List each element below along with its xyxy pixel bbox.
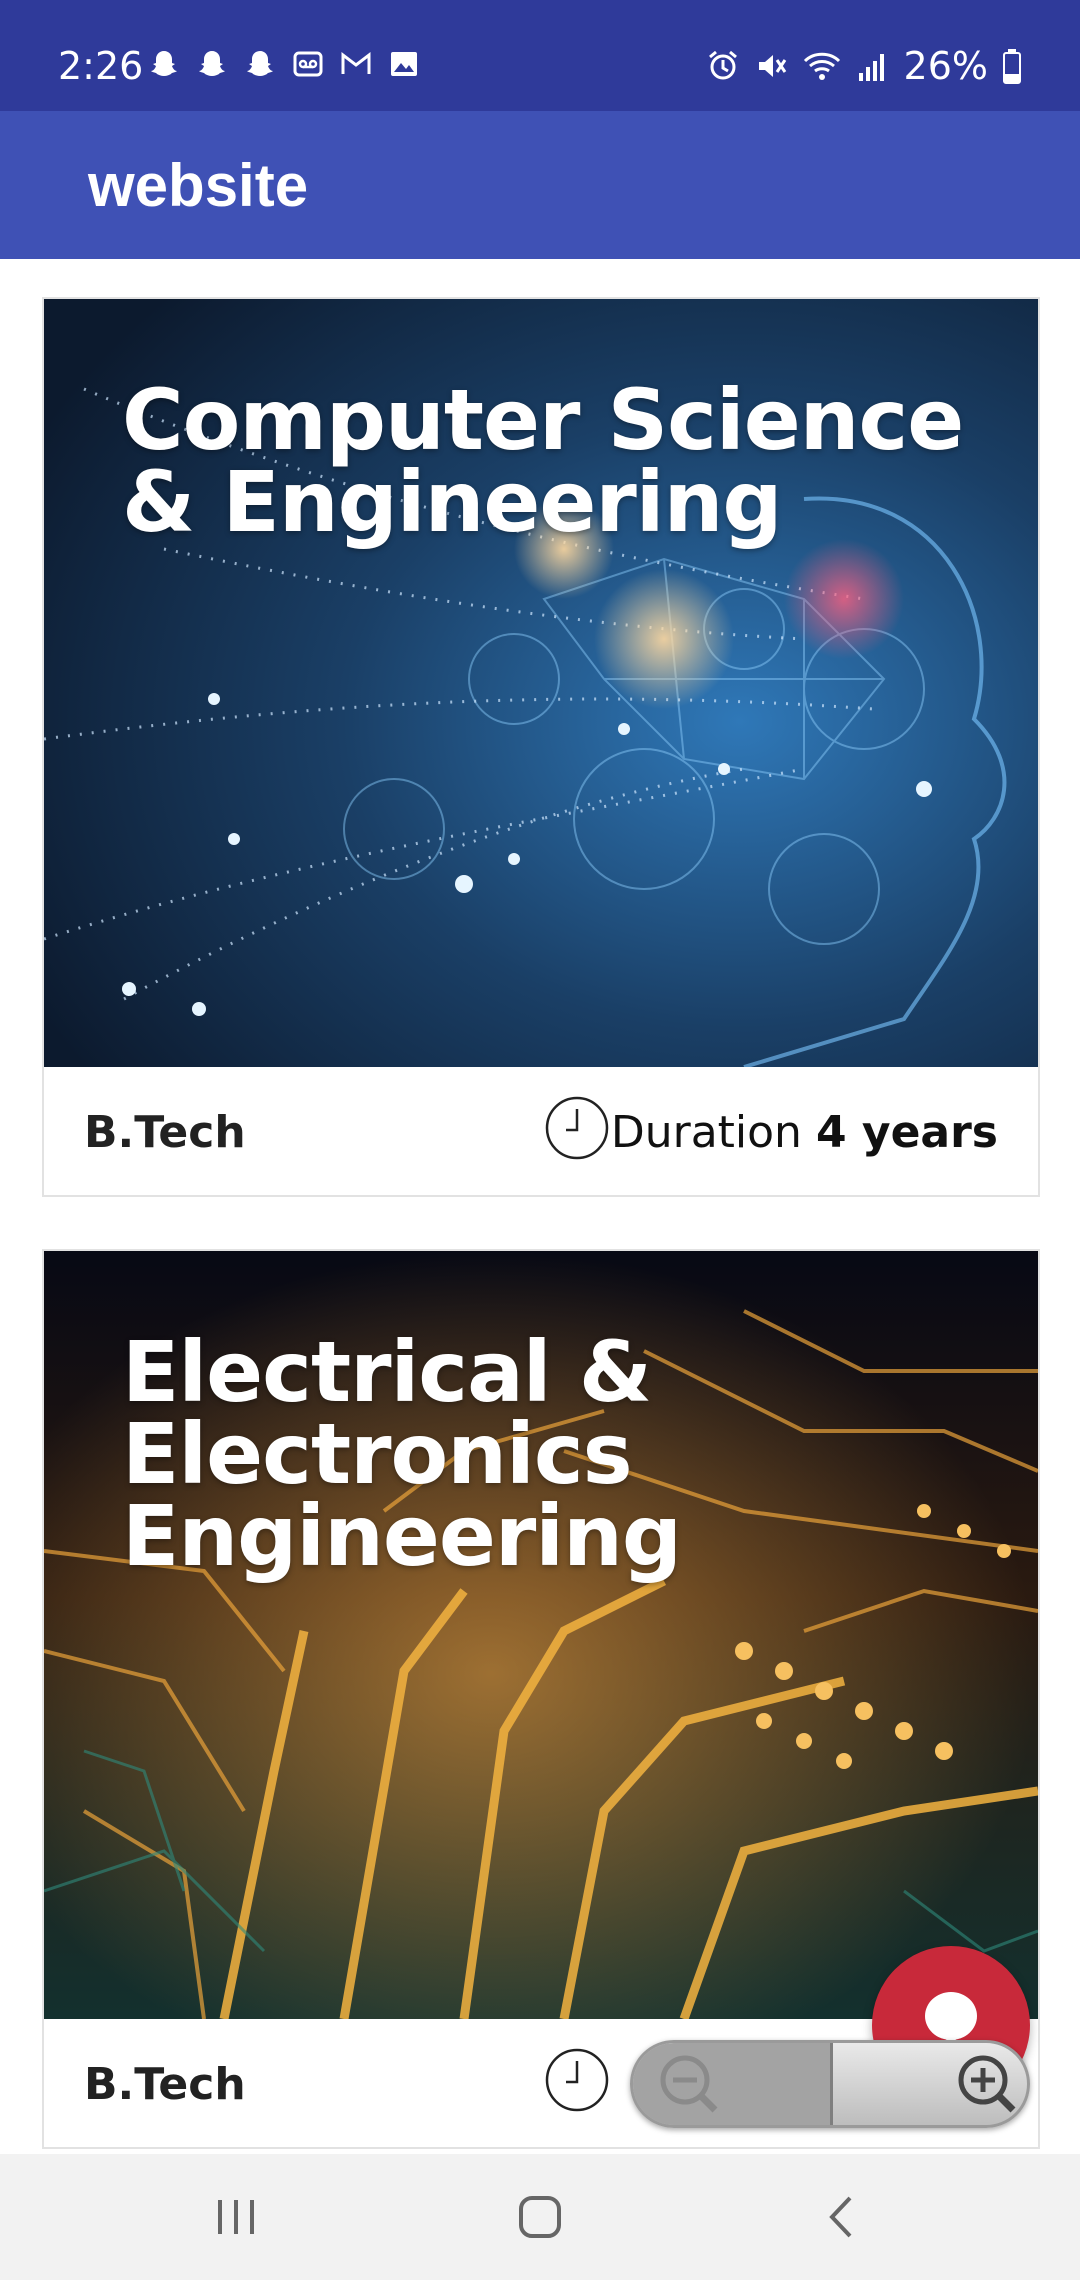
status-bar: 2:26 26% bbox=[0, 0, 1080, 111]
course-image-eee[interactable]: Electrical & Electronics Engineering bbox=[44, 1251, 1038, 2019]
snapchat-icon bbox=[199, 51, 225, 76]
app-bar: website bbox=[0, 111, 1080, 259]
duration-value: 4 years bbox=[815, 1107, 998, 1158]
navigation-bar bbox=[0, 2154, 1080, 2280]
zoom-out-button[interactable] bbox=[633, 2043, 833, 2125]
course-title-line: Engineering bbox=[122, 1487, 682, 1585]
notification-icons bbox=[148, 48, 420, 80]
course-list[interactable]: Computer Science & Engineering B.Tech Du… bbox=[0, 259, 1080, 2154]
voicemail-icon bbox=[293, 51, 323, 77]
zoom-in-icon bbox=[958, 2055, 1016, 2113]
signal-icon bbox=[858, 54, 884, 81]
app-title: website bbox=[88, 152, 309, 219]
clock-icon bbox=[545, 1096, 609, 1160]
snapchat-icon bbox=[247, 51, 273, 76]
mute-icon bbox=[758, 55, 786, 77]
course-title-cse: Computer Science & Engineering bbox=[122, 371, 964, 551]
course-image-cse[interactable]: Computer Science & Engineering bbox=[44, 299, 1038, 1067]
battery-icon bbox=[1003, 49, 1021, 84]
zoom-out-icon bbox=[660, 2055, 718, 2113]
course-title-line: Electrical & bbox=[122, 1323, 652, 1421]
course-title-eee: Electrical & Electronics Engineering bbox=[122, 1323, 682, 1585]
wifi-icon bbox=[803, 52, 840, 80]
zoom-in-button[interactable] bbox=[833, 2043, 1027, 2125]
image-icon bbox=[391, 52, 417, 76]
zoom-control[interactable] bbox=[630, 2040, 1030, 2128]
course-footer: B.Tech Duration 4 years bbox=[44, 1067, 1038, 1195]
degree-label: B.Tech bbox=[84, 2059, 246, 2110]
recent-apps-icon[interactable] bbox=[196, 2184, 276, 2250]
clock-icon bbox=[545, 2048, 609, 2112]
gmail-icon bbox=[341, 51, 371, 74]
system-status: 26% bbox=[706, 44, 1022, 88]
battery-percent: 26% bbox=[903, 44, 988, 88]
course-title-line: & Engineering bbox=[122, 453, 783, 551]
snapchat-icon bbox=[151, 51, 177, 76]
course-title-line: Electronics bbox=[122, 1405, 633, 1503]
duration-label: Duration bbox=[610, 1107, 802, 1158]
course-title-line: Computer Science bbox=[122, 371, 964, 469]
back-icon[interactable] bbox=[802, 2184, 882, 2250]
status-time: 2:26 bbox=[58, 44, 144, 88]
course-card-cse[interactable]: Computer Science & Engineering B.Tech Du… bbox=[42, 297, 1040, 1197]
degree-label: B.Tech bbox=[84, 1107, 246, 1158]
home-icon[interactable] bbox=[500, 2184, 580, 2250]
duration-text: Duration 4 years bbox=[611, 1107, 998, 1158]
alarm-icon bbox=[708, 50, 737, 80]
